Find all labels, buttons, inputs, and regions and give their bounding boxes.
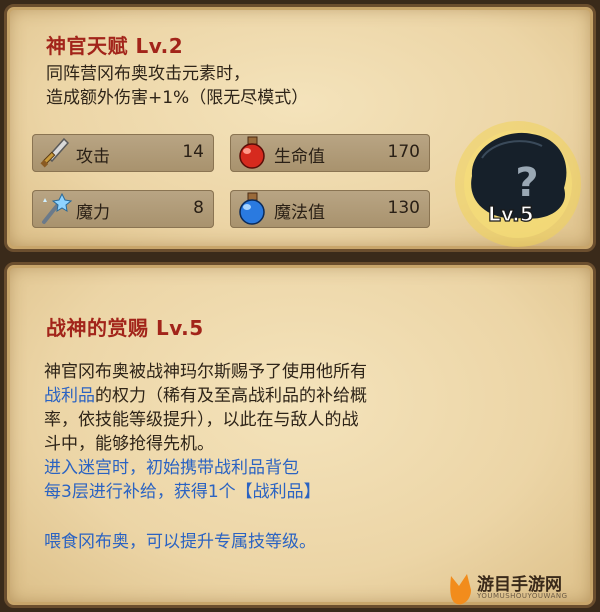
stat-mp-value: 130 xyxy=(387,198,420,218)
unknown-gumball-icon: ? xyxy=(455,121,581,247)
blue-potion-icon xyxy=(234,190,270,228)
stat-mp-label: 魔法值 xyxy=(274,203,325,223)
sword-icon xyxy=(36,134,72,172)
stat-mp: 魔法值 130 xyxy=(230,190,430,228)
reward-effect-2: 每3层进行补给，获得1个【战利品】 xyxy=(44,482,321,502)
stat-attack-value: 14 xyxy=(182,142,204,162)
stat-magic: 魔力 8 xyxy=(32,190,214,228)
magic-wand-icon xyxy=(36,190,73,228)
reward-title: 战神的赏赐 Lv.5 xyxy=(46,316,204,340)
reward-effect-1: 进入迷宫时，初始携带战利品背包 xyxy=(44,458,299,478)
stat-hp-label: 生命值 xyxy=(274,147,325,167)
level-badge: ? Lv.5 xyxy=(452,118,584,250)
watermark-subtext: YOUMUSHOUYOUWANG xyxy=(477,592,568,600)
watermark-logo-icon xyxy=(450,574,471,605)
stat-attack: 攻击 14 xyxy=(32,134,214,172)
loot-link[interactable]: 战利品 xyxy=(44,386,95,406)
stat-hp: 生命值 170 xyxy=(230,134,430,172)
stat-magic-value: 8 xyxy=(193,198,204,218)
watermark: 游目手游网 YOUMUSHOUYOUWANG xyxy=(447,568,597,610)
red-potion-icon xyxy=(234,134,270,172)
reward-line-3: 率，依技能等级提升），以此在与敌人的战 xyxy=(44,410,359,430)
stat-attack-label: 攻击 xyxy=(76,147,110,167)
stat-hp-value: 170 xyxy=(387,142,420,162)
talent-title: 神官天赋 Lv.2 xyxy=(46,34,184,58)
talent-desc-line-2: 造成额外伤害+1%（限无尽模式） xyxy=(46,88,309,108)
reward-line-2-rest: 的权力（稀有及至高战利品的补给概 xyxy=(95,386,367,406)
reward-line-4: 斗中，能够抢得先机。 xyxy=(44,434,214,454)
badge-level: Lv.5 xyxy=(487,201,534,226)
reward-effect-3: 喂食冈布奥，可以提升专属技等级。 xyxy=(44,532,316,552)
reward-line-2: 战利品的权力（稀有及至高战利品的补给概 xyxy=(44,384,564,408)
stat-magic-label: 魔力 xyxy=(76,203,110,223)
reward-line-1: 神官冈布奥被战神玛尔斯赐予了使用他所有 xyxy=(44,362,367,382)
svg-text:?: ? xyxy=(515,160,538,206)
talent-desc-line-1: 同阵营冈布奥攻击元素时， xyxy=(46,64,250,84)
